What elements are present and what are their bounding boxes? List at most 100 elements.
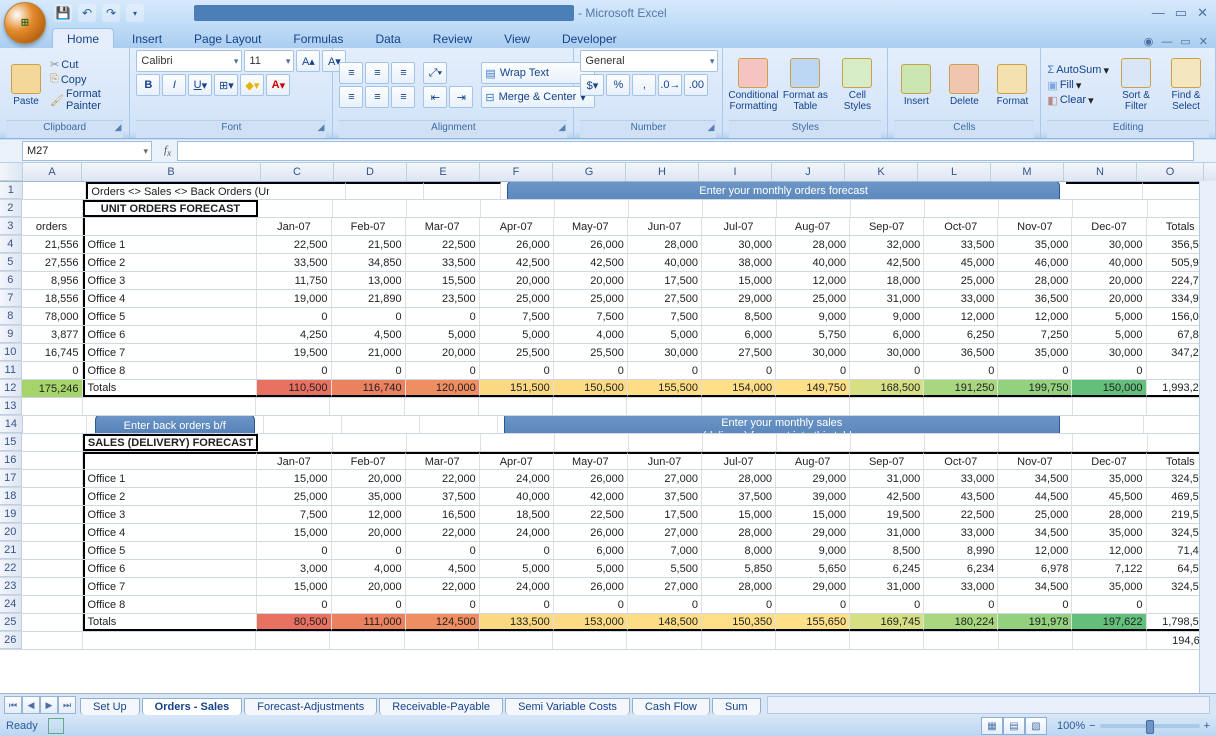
cell[interactable]: 25,000: [257, 488, 331, 505]
cell[interactable]: 17,500: [628, 506, 702, 523]
cell[interactable]: 0: [332, 308, 406, 325]
cell[interactable]: 19,500: [257, 344, 331, 361]
cell[interactable]: 27,556: [22, 254, 83, 271]
row-header-6[interactable]: 6: [0, 272, 22, 289]
cell[interactable]: Apr-07: [480, 452, 554, 469]
cell[interactable]: 12,000: [924, 308, 998, 325]
cell[interactable]: 42,500: [480, 254, 554, 271]
cell[interactable]: [23, 416, 87, 433]
cell[interactable]: 28,000: [998, 272, 1072, 289]
cell[interactable]: [702, 398, 776, 415]
cell[interactable]: 29,000: [776, 524, 850, 541]
cell[interactable]: Aug-07: [776, 218, 850, 235]
cell[interactable]: 40,000: [480, 488, 554, 505]
row-header-1[interactable]: 1: [0, 182, 23, 199]
cell[interactable]: [22, 614, 83, 631]
cell[interactable]: 12,000: [332, 506, 406, 523]
cell[interactable]: 169,745: [850, 614, 924, 631]
cell[interactable]: [23, 182, 87, 199]
cell[interactable]: 42,500: [850, 254, 924, 271]
col-header-D[interactable]: D: [334, 163, 407, 181]
alignment-dialog-launcher[interactable]: ◢: [558, 122, 565, 133]
cell[interactable]: 40,000: [628, 254, 702, 271]
cell[interactable]: 0: [850, 362, 924, 379]
cell[interactable]: Office 5: [83, 308, 258, 325]
cell[interactable]: 28,000: [1072, 506, 1146, 523]
cell[interactable]: 7,000: [628, 542, 702, 559]
cell[interactable]: Office 2: [83, 254, 258, 271]
font-dialog-launcher[interactable]: ◢: [317, 122, 324, 133]
cell[interactable]: 40,000: [776, 254, 850, 271]
tab-insert[interactable]: Insert: [118, 29, 176, 48]
cell[interactable]: 27,000: [628, 578, 702, 595]
row-header-22[interactable]: 22: [0, 560, 22, 577]
cell[interactable]: Office 8: [83, 596, 258, 613]
cell[interactable]: [83, 398, 256, 415]
qat-redo[interactable]: ↷: [102, 4, 120, 22]
cell[interactable]: [627, 632, 701, 649]
align-middle-button[interactable]: ≡: [365, 62, 389, 84]
cell[interactable]: 36,500: [924, 344, 998, 361]
cell[interactable]: 0: [22, 362, 83, 379]
cell[interactable]: 22,500: [554, 506, 628, 523]
cell[interactable]: Office 3: [83, 272, 258, 289]
row-header-24[interactable]: 24: [0, 596, 22, 613]
cell[interactable]: 0: [628, 596, 702, 613]
office-button[interactable]: ⊞: [4, 2, 46, 44]
cell[interactable]: 20,000: [480, 272, 554, 289]
cell[interactable]: 7,122: [1072, 560, 1146, 577]
cell[interactable]: 33,500: [924, 236, 998, 253]
view-page-layout-button[interactable]: ▤: [1003, 717, 1025, 735]
cell[interactable]: [999, 200, 1073, 217]
align-top-button[interactable]: ≡: [339, 62, 363, 84]
cell[interactable]: 30,000: [628, 344, 702, 361]
cell[interactable]: 35,000: [1072, 524, 1146, 541]
cell[interactable]: [1073, 632, 1147, 649]
cell[interactable]: 24,000: [480, 524, 554, 541]
cell[interactable]: 30,000: [1072, 236, 1146, 253]
cell[interactable]: 28,000: [628, 236, 702, 253]
cell[interactable]: 20,000: [332, 470, 406, 487]
cell[interactable]: Mar-07: [406, 452, 480, 469]
sales-forecast-title[interactable]: SALES (DELIVERY) FORECAST: [83, 434, 259, 451]
worksheet-grid[interactable]: ABCDEFGHIJKLMNO 1Orders <> Sales <> Back…: [0, 163, 1216, 693]
col-header-L[interactable]: L: [918, 163, 991, 181]
cell[interactable]: Nov-07: [998, 218, 1072, 235]
cell[interactable]: 0: [480, 362, 554, 379]
cell[interactable]: [850, 398, 924, 415]
cell[interactable]: 36,500: [998, 290, 1072, 307]
cell[interactable]: 13,000: [332, 272, 406, 289]
cell[interactable]: 6,000: [702, 326, 776, 343]
sheet-nav-prev[interactable]: ◀: [22, 696, 40, 714]
align-bottom-button[interactable]: ≡: [391, 62, 415, 84]
row-header-20[interactable]: 20: [0, 524, 22, 541]
cell[interactable]: 153,000: [554, 614, 628, 631]
cell[interactable]: 0: [554, 596, 628, 613]
cell[interactable]: 15,000: [776, 506, 850, 523]
cell[interactable]: 24,000: [480, 578, 554, 595]
horizontal-scrollbar[interactable]: [767, 696, 1211, 714]
cell[interactable]: 150,350: [702, 614, 776, 631]
align-center-button[interactable]: ≡: [365, 86, 389, 108]
row-header-18[interactable]: 18: [0, 488, 22, 505]
cell[interactable]: Office 6: [83, 560, 258, 577]
cell[interactable]: 5,000: [480, 560, 554, 577]
cell[interactable]: 80,500: [257, 614, 331, 631]
cell[interactable]: [83, 218, 258, 235]
tab-home[interactable]: Home: [52, 28, 114, 48]
row-header-7[interactable]: 7: [0, 290, 22, 307]
cell[interactable]: 18,556: [22, 290, 83, 307]
cell[interactable]: 0: [628, 362, 702, 379]
cell[interactable]: 30,000: [776, 344, 850, 361]
cell[interactable]: 124,500: [406, 614, 480, 631]
cell[interactable]: [407, 200, 481, 217]
cell[interactable]: 31,000: [850, 524, 924, 541]
cell[interactable]: 0: [257, 362, 331, 379]
cell[interactable]: Apr-07: [480, 218, 554, 235]
cell[interactable]: [629, 200, 703, 217]
cell[interactable]: 5,000: [480, 326, 554, 343]
col-header-C[interactable]: C: [261, 163, 334, 181]
cell[interactable]: 5,500: [628, 560, 702, 577]
cell[interactable]: 0: [480, 596, 554, 613]
cell[interactable]: 8,000: [702, 542, 776, 559]
